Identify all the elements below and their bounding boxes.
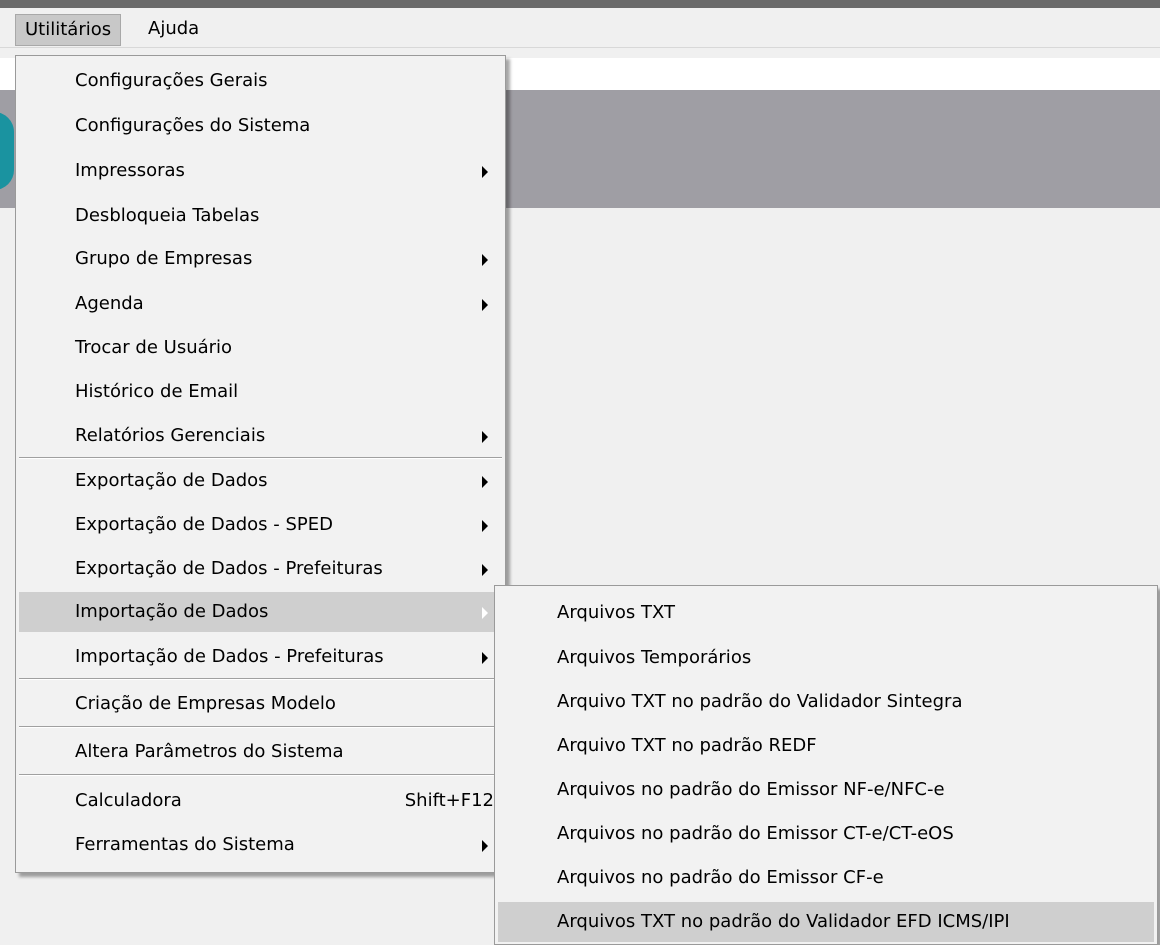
submenu-arrow-icon — [482, 840, 488, 852]
menu-item-importacao-dados[interactable]: Importação de Dados — [19, 592, 502, 632]
menu-item-label: Arquivos no padrão do Emissor NF-e/NFC-e — [557, 779, 945, 800]
menu-item-label: Arquivos TXT no padrão do Validador EFD … — [557, 911, 1010, 932]
menu-item-label: Arquivo TXT no padrão REDF — [557, 735, 817, 756]
logo-accent — [0, 112, 14, 190]
submenu-arrow-icon — [482, 476, 488, 488]
submenu-item-emissor-nfe[interactable]: Arquivos no padrão do Emissor NF-e/NFC-e — [498, 770, 1154, 810]
menu-item-importacao-prefeituras[interactable]: Importação de Dados - Prefeituras — [19, 637, 502, 677]
menu-separator — [19, 678, 502, 680]
menu-item-calculadora[interactable]: Calculadora Shift+F12 — [19, 781, 502, 821]
menu-item-criacao-empresas-modelo[interactable]: Criação de Empresas Modelo — [19, 684, 502, 724]
menu-item-label: Histórico de Email — [75, 381, 239, 402]
menu-item-label: Agenda — [75, 293, 144, 314]
menu-item-label: Grupo de Empresas — [75, 248, 253, 269]
menu-ajuda[interactable]: Ajuda — [139, 14, 208, 46]
menu-item-label: Relatórios Gerenciais — [75, 425, 266, 446]
menu-item-label: Arquivos TXT — [557, 602, 676, 623]
menu-separator — [19, 774, 502, 776]
submenu-item-arquivos-txt[interactable]: Arquivos TXT — [498, 593, 1154, 633]
menu-item-label: Arquivos no padrão do Emissor CF-e — [557, 867, 884, 888]
menu-bar: Utilitários Ajuda — [0, 8, 1160, 48]
menu-item-configuracoes-sistema[interactable]: Configurações do Sistema — [19, 106, 502, 146]
menu-item-label: Arquivos Temporários — [557, 647, 752, 668]
menu-item-label: Arquivo TXT no padrão do Validador Sinte… — [557, 691, 963, 712]
menu-item-exportacao-prefeituras[interactable]: Exportação de Dados - Prefeituras — [19, 549, 502, 589]
menu-item-label: Importação de Dados — [75, 601, 269, 622]
menu-item-label: Configurações Gerais — [75, 70, 268, 91]
submenu-item-validador-efd[interactable]: Arquivos TXT no padrão do Validador EFD … — [498, 902, 1154, 942]
submenu-item-validador-sintegra[interactable]: Arquivo TXT no padrão do Validador Sinte… — [498, 682, 1154, 722]
import-submenu: Arquivos TXT Arquivos Temporários Arquiv… — [494, 585, 1158, 945]
utilities-menu: Configurações Gerais Configurações do Si… — [15, 55, 506, 873]
window-top-border — [0, 0, 1160, 8]
menu-item-label: Configurações do Sistema — [75, 115, 311, 136]
menu-item-desbloqueia-tabelas[interactable]: Desbloqueia Tabelas — [19, 196, 502, 236]
submenu-item-redf[interactable]: Arquivo TXT no padrão REDF — [498, 726, 1154, 766]
menu-item-label: Calculadora — [75, 790, 182, 811]
menu-item-label: Importação de Dados - Prefeituras — [75, 646, 384, 667]
menu-item-label: Ferramentas do Sistema — [75, 834, 295, 855]
menu-item-trocar-usuario[interactable]: Trocar de Usuário — [19, 328, 502, 368]
menu-item-label: Exportação de Dados — [75, 470, 268, 491]
submenu-arrow-icon — [482, 652, 488, 664]
menu-item-altera-parametros[interactable]: Altera Parâmetros do Sistema — [19, 732, 502, 772]
menu-item-historico-email[interactable]: Histórico de Email — [19, 372, 502, 412]
menu-item-exportacao-dados[interactable]: Exportação de Dados — [19, 461, 502, 501]
submenu-arrow-icon — [482, 166, 488, 178]
menu-item-exportacao-sped[interactable]: Exportação de Dados - SPED — [19, 505, 502, 545]
menu-utilitarios[interactable]: Utilitários — [15, 14, 122, 46]
menu-separator — [19, 457, 502, 459]
submenu-arrow-icon — [482, 564, 488, 576]
menu-item-impressoras[interactable]: Impressoras — [19, 151, 502, 191]
menu-item-label: Trocar de Usuário — [75, 337, 233, 358]
menu-item-label: Criação de Empresas Modelo — [75, 693, 336, 714]
submenu-arrow-icon — [482, 299, 488, 311]
shortcut-label: Shift+F12 — [404, 790, 494, 811]
menu-item-label: Altera Parâmetros do Sistema — [75, 741, 344, 762]
menu-item-label: Exportação de Dados - SPED — [75, 514, 333, 535]
menu-item-agenda[interactable]: Agenda — [19, 284, 502, 324]
menu-separator — [19, 726, 502, 728]
menu-item-label: Arquivos no padrão do Emissor CT-e/CT-eO… — [557, 823, 954, 844]
menu-item-grupo-empresas[interactable]: Grupo de Empresas — [19, 239, 502, 279]
menu-item-label: Impressoras — [75, 160, 185, 181]
menu-item-ferramentas-sistema[interactable]: Ferramentas do Sistema — [19, 825, 502, 865]
menu-item-relatorios-gerenciais[interactable]: Relatórios Gerenciais — [19, 416, 502, 456]
submenu-arrow-icon — [482, 607, 488, 619]
menu-item-label: Desbloqueia Tabelas — [75, 205, 260, 226]
submenu-arrow-icon — [482, 520, 488, 532]
submenu-arrow-icon — [482, 431, 488, 443]
submenu-item-emissor-cfe[interactable]: Arquivos no padrão do Emissor CF-e — [498, 858, 1154, 898]
menu-item-label: Exportação de Dados - Prefeituras — [75, 558, 383, 579]
submenu-item-emissor-cte[interactable]: Arquivos no padrão do Emissor CT-e/CT-eO… — [498, 814, 1154, 854]
submenu-arrow-icon — [482, 254, 488, 266]
menu-item-configuracoes-gerais[interactable]: Configurações Gerais — [19, 61, 502, 101]
submenu-item-arquivos-temporarios[interactable]: Arquivos Temporários — [498, 638, 1154, 678]
